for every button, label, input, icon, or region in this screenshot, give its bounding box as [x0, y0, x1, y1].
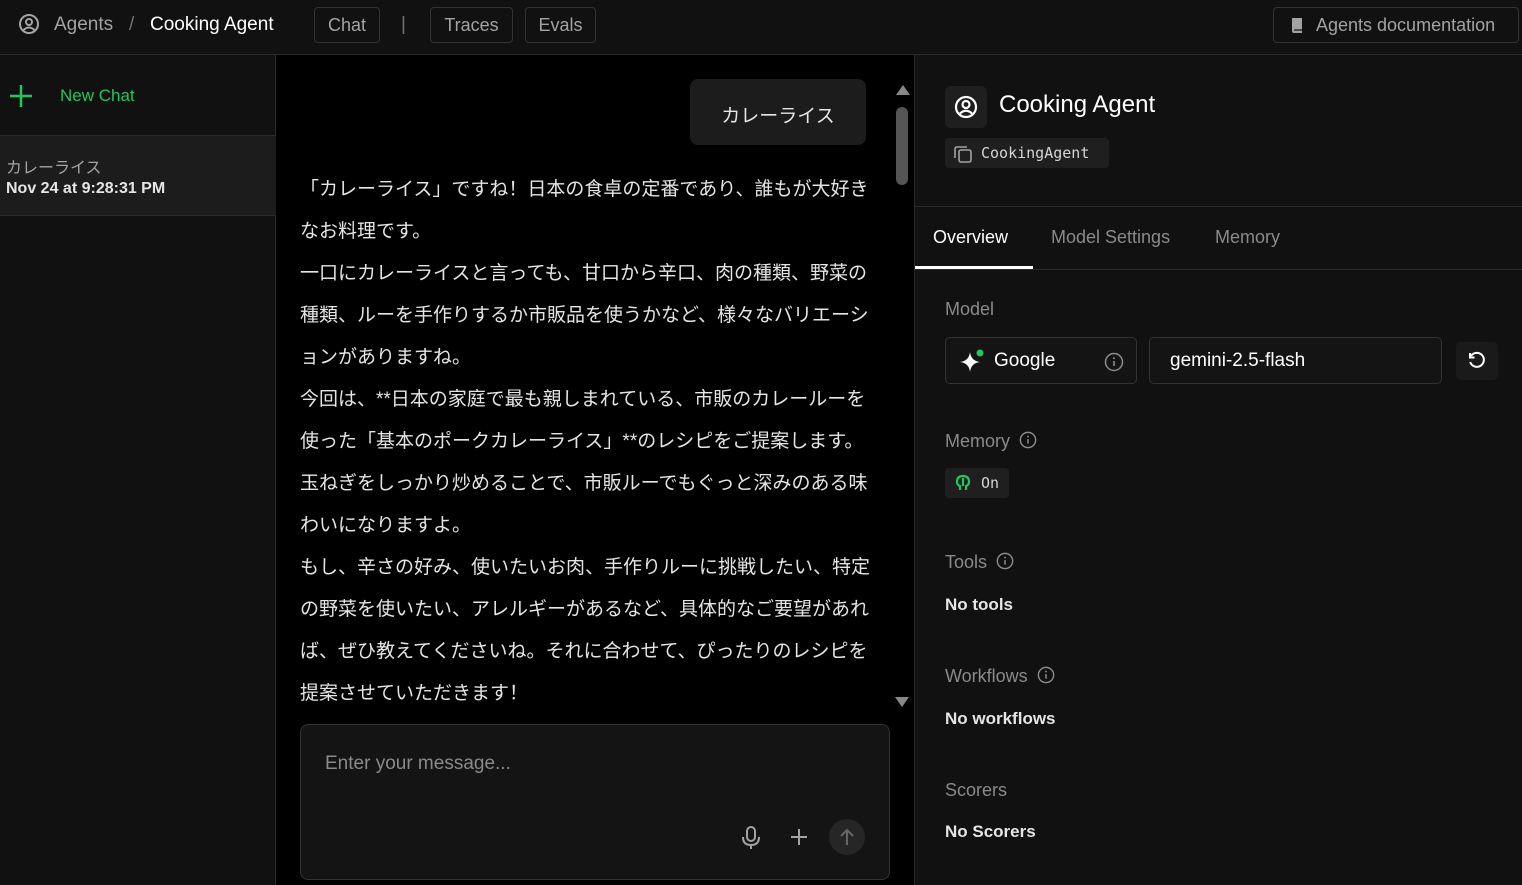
tab-traces[interactable]: Traces [430, 7, 513, 43]
info-icon[interactable] [1037, 666, 1055, 684]
agent-avatar-icon [19, 14, 39, 34]
agent-details-panel: Cooking Agent CookingAgent Overview Mode… [914, 55, 1522, 885]
assistant-paragraph: 今回は、**日本の家庭で最も親しまれている、市販のカレールーを使った「基本のポー… [300, 389, 868, 536]
provider-select[interactable]: Google [945, 337, 1137, 384]
tab-overview[interactable]: Overview [933, 227, 1008, 248]
tools-value: No tools [945, 595, 1013, 614]
agent-name-heading: Cooking Agent [999, 91, 1156, 118]
memory-status-badge: On [945, 468, 1009, 498]
assistant-message: 「カレーライス」ですね！日本の食卓の定番であり、誰もが大好きなお料理です。 一口… [300, 169, 872, 715]
message-input[interactable] [325, 749, 865, 779]
tab-evals[interactable]: Evals [525, 7, 596, 43]
workflows-section-text: Workflows [945, 666, 1028, 686]
user-message-bubble: カレーライス [690, 79, 866, 145]
tab-memory[interactable]: Memory [1215, 227, 1280, 248]
panel-divider [915, 206, 1522, 207]
assistant-paragraph: 「カレーライス」ですね！日本の食卓の定番であり、誰もが大好きなお料理です。 [300, 179, 869, 242]
arrow-up-icon [840, 828, 854, 845]
workflows-value: No workflows [945, 709, 1056, 728]
model-select[interactable]: gemini-2.5-flash [1149, 337, 1442, 384]
chat-area: カレーライス 「カレーライス」ですね！日本の食卓の定番であり、誰もが大好きなお料… [276, 55, 914, 885]
scroll-up-arrow[interactable] [896, 85, 910, 95]
breadcrumb-agents-link[interactable]: Agents [54, 14, 113, 36]
plus-icon[interactable] [8, 83, 34, 109]
user-message-text: カレーライス [721, 106, 835, 127]
scorers-section-label: Scorers [945, 780, 1008, 800]
scrollbar-thumb[interactable] [896, 107, 908, 185]
info-icon[interactable] [996, 552, 1014, 570]
memory-status-text: On [981, 474, 1000, 492]
scorers-value: No Scorers [945, 822, 1036, 841]
new-chat-button[interactable]: New Chat [60, 86, 135, 106]
tab-separator: | [401, 14, 406, 35]
reset-model-button[interactable] [1456, 342, 1498, 380]
assistant-paragraph: 一口にカレーライスと言っても、甘口から辛口、肉の種類、野菜の種類、ルーを手作りす… [300, 263, 869, 368]
tab-chat[interactable]: Chat [314, 7, 380, 43]
refresh-icon [1469, 351, 1485, 368]
workflows-section-label: Workflows [945, 666, 1055, 687]
tools-section-label: Tools [945, 552, 1014, 573]
send-button[interactable] [829, 819, 865, 855]
memory-section-text: Memory [945, 431, 1011, 451]
scroll-down-arrow[interactable] [895, 697, 909, 707]
chat-history-item[interactable]: カレーライス Nov 24 at 9:28:31 PM [0, 136, 276, 216]
breadcrumb-separator: / [129, 14, 135, 35]
user-circle-icon [954, 95, 978, 119]
provider-name: Google [994, 350, 1056, 371]
agents-documentation-button[interactable]: Agents documentation [1273, 7, 1519, 43]
tabs-divider [915, 269, 1522, 270]
chat-history-date: Nov 24 at 9:28:31 PM [6, 180, 166, 197]
agent-id-text: CookingAgent [981, 144, 1090, 162]
google-sparkle-icon [960, 349, 984, 372]
agents-documentation-label: Agents documentation [1316, 15, 1496, 35]
book-icon [1292, 18, 1304, 33]
message-composer [300, 724, 890, 880]
info-icon[interactable] [1104, 352, 1124, 372]
breadcrumb-current-agent: Cooking Agent [150, 14, 274, 35]
tools-section-text: Tools [945, 552, 988, 572]
model-section-label: Model [945, 299, 995, 319]
copy-icon [954, 146, 972, 163]
agent-avatar [945, 86, 987, 128]
tab-model-settings[interactable]: Model Settings [1051, 227, 1170, 248]
chat-history-title: カレーライス [6, 160, 102, 177]
top-bar: Agents / Cooking Agent Chat | Traces Eva… [0, 0, 1522, 55]
microphone-icon[interactable] [741, 826, 761, 850]
chat-sidebar: New Chat カレーライス Nov 24 at 9:28:31 PM [0, 55, 276, 885]
model-name: gemini-2.5-flash [1170, 350, 1306, 371]
memory-section-label: Memory [945, 431, 1037, 452]
agent-id-copy-button[interactable]: CookingAgent [945, 138, 1109, 168]
brain-icon [955, 474, 971, 490]
plus-attach-icon[interactable] [789, 826, 809, 848]
assistant-paragraph: もし、辛さの好み、使いたいお肉、手作りルーに挑戦したい、特定の野菜を使いたい、ア… [300, 557, 871, 704]
info-icon[interactable] [1019, 431, 1037, 449]
